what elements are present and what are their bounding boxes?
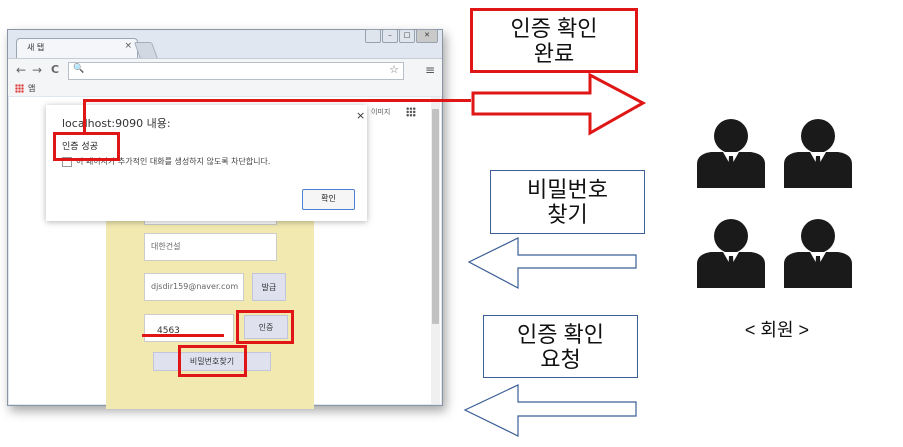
label-verify-request-line1: 인증 확인 [516,321,605,347]
label-find-password-line1: 비밀번호 [527,177,608,202]
person-icon [784,119,852,188]
arrow-verify-complete [471,72,647,136]
arrow-verify-request [463,384,637,437]
label-verify-request-line2: 요청 [540,346,581,372]
person-icon [784,219,852,288]
arrow-find-password [467,237,637,289]
label-verify-complete: 인증 확인 완료 [470,8,638,73]
diagram-graphics [463,72,852,437]
members-caption: < 회원 > [744,320,810,340]
person-icon [697,219,765,288]
label-verify-complete-line1: 인증 확인 [510,15,598,41]
label-verify-request: 인증 확인 요청 [483,315,638,378]
label-verify-complete-line2: 완료 [533,40,575,66]
label-find-password: 비밀번호 찾기 [490,170,645,234]
label-find-password-line2: 찾기 [547,202,588,227]
person-icon [697,119,765,188]
